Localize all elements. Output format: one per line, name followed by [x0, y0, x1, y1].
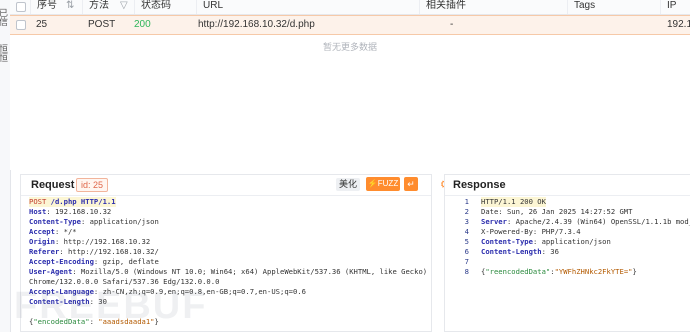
line-number: 4 — [464, 227, 469, 236]
row-index: 25 — [36, 19, 48, 30]
col-header-ip[interactable]: IP — [660, 0, 690, 14]
fuzz-button[interactable]: ⚡FUZZ — [366, 177, 400, 191]
no-more-data-note: 暂无更多数据 — [322, 42, 377, 52]
sidebar-label-0[interactable]: 已信 — [0, 8, 10, 26]
header-value: : http://192.168.10.32 — [54, 237, 151, 246]
request-line: Content-Type: application/json — [29, 217, 159, 227]
col-header-url[interactable]: URL — [196, 0, 419, 14]
response-title: Response — [453, 179, 506, 191]
lightning-icon: ⚡ — [367, 179, 378, 188]
response-line: Content-Type: application/json — [481, 237, 611, 247]
response-line: {"reencodedData":"YWFhZHNkc2FkYTE="} — [481, 267, 637, 276]
fuzz-label: FUZZ — [377, 179, 399, 188]
watermark: FREEBUF — [14, 285, 208, 327]
request-title: Request — [31, 179, 75, 191]
row-ip: 192.16 — [667, 19, 690, 30]
response-line: HTTP/1.1 200 OK — [481, 197, 546, 207]
header-key: Accept — [29, 227, 55, 236]
request-line: Accept: */* — [29, 227, 77, 237]
header-value: : Apache/2.4.39 (Win64) OpenSSL/1.1.1b m… — [506, 217, 690, 226]
response-panel-header: Response — [445, 175, 690, 196]
header-key: Content-Type — [29, 217, 81, 226]
header-key: Origin — [29, 237, 55, 246]
header-key: Server — [481, 217, 507, 226]
row-status: 200 — [134, 19, 151, 30]
send-button[interactable]: ↵ — [404, 177, 418, 191]
request-id-badge: id: 25 — [76, 178, 109, 192]
header-key: Content-Length — [481, 247, 542, 256]
select-all-checkbox[interactable] — [16, 2, 26, 12]
row-method: POST — [88, 19, 116, 30]
header-key: Host — [29, 207, 47, 216]
header-value: : Mozilla/5.0 (Windows NT 10.0; Win64; x… — [72, 267, 428, 276]
header-value: : application/json — [532, 237, 611, 246]
header-value: : http://192.168.10.32/ — [59, 247, 159, 256]
request-line: POST /d.php HTTP/1.1 — [29, 197, 116, 207]
header-value: : */* — [54, 227, 77, 236]
table-header: 序号 ⇅ 方法 ▽ 状态码 URL 相关插件 Tags IP — [10, 0, 690, 15]
request-line: Origin: http://192.168.10.32 — [29, 237, 150, 247]
line-number: 1 — [464, 197, 469, 206]
request-line-rest: /d.php HTTP/1.1 — [46, 197, 116, 206]
header-key: Accept-Encoding — [29, 257, 94, 266]
response-line: Date: Sun, 26 Jan 2025 14:27:52 GMT — [481, 207, 633, 216]
json-key: "reencodedData" — [485, 267, 551, 276]
request-line: Accept-Encoding: gzip, deflate — [29, 257, 159, 267]
response-panel: Response 1 HTTP/1.1 200 OK 2 Date: Sun, 26 … — [444, 174, 690, 332]
col-header-plugin[interactable]: 相关插件 — [419, 0, 567, 14]
col-header-status[interactable]: 状态码 — [134, 0, 196, 14]
row-plugin: - — [450, 19, 454, 30]
response-editor[interactable]: 1 HTTP/1.1 200 OK 2 Date: Sun, 26 Jan 2025 … — [445, 197, 690, 331]
beautify-button[interactable]: 美化 — [336, 178, 361, 191]
line-number: 3 — [464, 217, 469, 226]
line-number: 8 — [464, 267, 469, 276]
line-number: 5 — [464, 237, 469, 246]
table-row[interactable]: 25 POST 200 http://192.168.10.32/d.php -… — [10, 15, 690, 35]
row-checkbox[interactable] — [16, 20, 26, 30]
request-line: User-Agent: Mozilla/5.0 (Windows NT 10.0… — [29, 267, 427, 277]
request-panel-header: Request id: 25 美化 ⚡FUZZ ↵ ⚙ — [21, 175, 450, 196]
line-number: 6 — [464, 247, 469, 256]
sidebar-label-1[interactable]: 恒恒 — [0, 44, 10, 62]
header-value: : 192.168.10.32 — [46, 207, 112, 216]
line-number: 2 — [464, 207, 469, 216]
filter-icon[interactable]: ▽ — [120, 0, 128, 11]
response-line: Server: Apache/2.4.39 (Win64) OpenSSL/1.… — [481, 217, 690, 227]
request-line: Referer: http://192.168.10.32/ — [29, 247, 159, 257]
header-key: User-Agent — [29, 267, 73, 276]
enter-icon: ↵ — [407, 179, 415, 189]
request-id-value: 25 — [93, 180, 104, 190]
header-key: Referer — [29, 247, 60, 256]
header-value: : gzip, deflate — [93, 257, 159, 266]
request-line: Host: 192.168.10.32 — [29, 207, 111, 217]
col-header-tags[interactable]: Tags — [567, 0, 660, 14]
header-key: Content-Type — [481, 237, 533, 246]
response-line: Content-Length: 36 — [481, 247, 559, 257]
header-value: : 36 — [541, 247, 559, 256]
sort-icon[interactable]: ⇅ — [66, 0, 74, 11]
json-value: "YWFhZHNkc2FkYTE=" — [554, 267, 633, 276]
row-url: http://192.168.10.32/d.php — [198, 19, 315, 30]
response-line: X-Powered-By: PHP/7.3.4 — [481, 227, 581, 236]
line-number: 7 — [464, 257, 469, 266]
request-table: 序号 ⇅ 方法 ▽ 状态码 URL 相关插件 Tags IP 25 POST 2… — [10, 0, 690, 170]
request-method: POST — [29, 197, 47, 206]
header-value: : application/json — [80, 217, 159, 226]
request-id-label: id: — [81, 180, 91, 190]
